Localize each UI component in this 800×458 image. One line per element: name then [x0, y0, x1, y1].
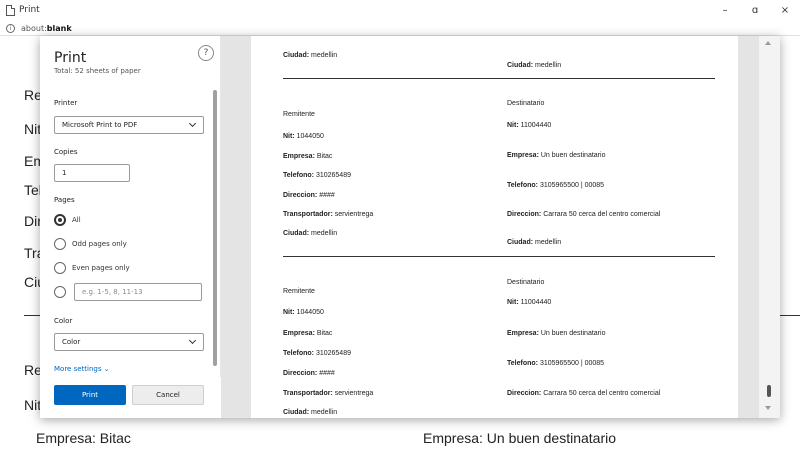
remitente-empresa: Empresa: Bitac [283, 330, 333, 337]
remitente-ciudad: Ciudad: medellin [283, 409, 338, 416]
destinatario-telefono: Telefono: 3105965500 | 00085 [507, 360, 605, 367]
bg-divider [780, 315, 800, 316]
close-button[interactable]: × [770, 0, 800, 20]
scroll-down-icon[interactable] [765, 406, 771, 410]
print-title: Print [54, 50, 87, 66]
color-select[interactable]: Color [54, 333, 204, 351]
destinatario-empresa: Empresa: Un buen destinatario [507, 152, 606, 159]
destinatario-nit: Nit: 11004440 [507, 299, 552, 306]
preview-page: Ciudad: medellin Ciudad: medellin Remite… [251, 36, 738, 418]
remitente-transportador: Transportador: servientrega [283, 390, 374, 397]
bg-divider [24, 315, 40, 316]
sheet-count: Total: 52 sheets of paper [54, 67, 141, 75]
radio-checked-icon [54, 214, 66, 226]
info-icon[interactable]: i [6, 24, 15, 33]
address-prefix: about: [21, 24, 47, 33]
scrollbar-thumb[interactable] [767, 385, 771, 397]
pages-option-all[interactable]: All [54, 213, 81, 227]
page-range-input[interactable]: e.g. 1-5, 8, 11-13 [74, 283, 202, 301]
destinatario-ciudad: Ciudad: medellin [507, 239, 562, 246]
preview-ciudad-left: Ciudad: medellin [283, 52, 338, 59]
window-title: Print [19, 5, 40, 15]
radio-icon [54, 238, 66, 250]
pages-label: Pages [54, 196, 75, 204]
remitente-heading: Remitente [283, 288, 315, 295]
preview-ciudad-right: Ciudad: medellin [507, 62, 562, 69]
destinatario-nit: Nit: 11004440 [507, 122, 552, 129]
copies-input[interactable]: 1 [54, 164, 130, 182]
panel-scrollbar[interactable] [213, 90, 217, 366]
maximize-button[interactable]: ɑ [740, 0, 770, 20]
pages-option-even[interactable]: Even pages only [54, 261, 130, 275]
preview-divider [283, 78, 715, 79]
bg-label: Nit [24, 121, 42, 137]
destinatario-direccion: Direccion: Carrara 50 cerca del centro c… [507, 390, 661, 397]
remitente-transportador: Transportador: servientrega [283, 211, 374, 218]
printer-select[interactable]: Microsoft Print to PDF [54, 116, 204, 134]
cancel-button[interactable]: Cancel [132, 385, 204, 405]
print-actions: Print Cancel [40, 377, 221, 418]
remitente-nit: Nit: 1044050 [283, 309, 324, 316]
window-controls: – ɑ × [710, 0, 800, 20]
copies-label: Copies [54, 148, 78, 156]
preview-scrollbar[interactable] [759, 36, 780, 418]
window-titlebar: Print – ɑ × [0, 0, 800, 20]
minimize-button[interactable]: – [710, 0, 740, 20]
print-settings-panel: Print Total: 52 sheets of paper ? Printe… [40, 36, 221, 418]
remitente-empresa: Empresa: Bitac [283, 153, 333, 160]
destinatario-empresa: Empresa: Un buen destinatario [507, 330, 606, 337]
pages-option-odd[interactable]: Odd pages only [54, 237, 127, 251]
remitente-telefono: Telefono: 310265489 [283, 350, 351, 357]
printer-label: Printer [54, 99, 78, 107]
bg-empresa-right: Empresa: Un buen destinatario [423, 430, 616, 446]
radio-icon [54, 262, 66, 274]
color-value: Color [62, 338, 81, 346]
bg-empresa-left: Empresa: Bitac [36, 430, 131, 446]
color-label: Color [54, 317, 73, 325]
address-bar[interactable]: i about: blank [0, 22, 800, 36]
radio-icon [54, 286, 66, 298]
remitente-heading: Remitente [283, 111, 315, 118]
bg-label: Nit [24, 397, 42, 413]
pages-option-label: Odd pages only [72, 240, 127, 248]
document-icon [6, 4, 15, 16]
address-page: blank [46, 24, 72, 33]
scroll-up-icon[interactable] [765, 41, 771, 45]
remitente-direccion: Direccion: #### [283, 370, 335, 377]
pages-option-custom[interactable] [54, 285, 72, 299]
chevron-down-icon [188, 119, 197, 128]
remitente-ciudad: Ciudad: medellin [283, 230, 338, 237]
remitente-direccion: Direccion: #### [283, 192, 335, 199]
preview-divider [283, 256, 715, 257]
destinatario-heading: Destinatario [507, 100, 545, 107]
remitente-telefono: Telefono: 310265489 [283, 172, 351, 179]
destinatario-heading: Destinatario [507, 279, 545, 286]
pages-option-label: All [72, 216, 81, 224]
print-button[interactable]: Print [54, 385, 126, 405]
help-icon[interactable]: ? [198, 45, 214, 61]
chevron-down-icon [188, 336, 197, 345]
destinatario-direccion: Direccion: Carrara 50 cerca del centro c… [507, 211, 661, 218]
print-preview: Ciudad: medellin Ciudad: medellin Remite… [221, 36, 759, 418]
more-settings-link[interactable]: More settings ⌄ [54, 365, 110, 373]
destinatario-telefono: Telefono: 3105965500 | 00085 [507, 182, 605, 189]
pages-option-label: Even pages only [72, 264, 130, 272]
printer-value: Microsoft Print to PDF [62, 121, 138, 129]
remitente-nit: Nit: 1044050 [283, 133, 324, 140]
